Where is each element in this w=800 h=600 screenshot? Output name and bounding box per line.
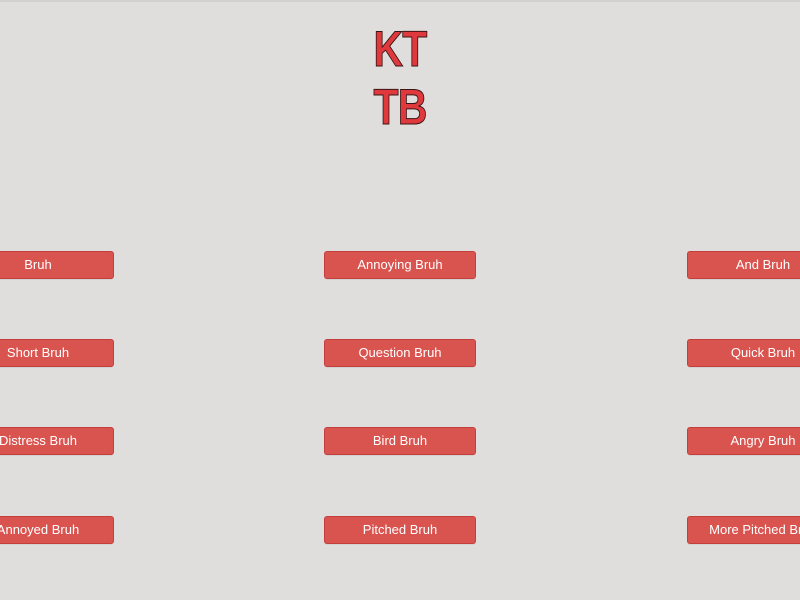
logo-line-1: KT [373,21,428,78]
annoying-bruh-button[interactable]: Annoying Bruh [324,251,476,279]
logo-line-2: TB [373,79,428,136]
question-bruh-button[interactable]: Question Bruh [324,339,476,367]
short-bruh-button[interactable]: Short Bruh [0,339,114,367]
pitched-bruh-button[interactable]: Pitched Bruh [324,516,476,544]
more-pitched-bruh-button[interactable]: More Pitched Bruh [687,516,800,544]
bird-bruh-button[interactable]: Bird Bruh [324,427,476,455]
top-divider [0,0,800,2]
distress-bruh-button[interactable]: Distress Bruh [0,427,114,455]
bruh-button[interactable]: Bruh [0,251,114,279]
angry-bruh-button[interactable]: Angry Bruh [687,427,800,455]
annoyed-bruh-button[interactable]: Annoyed Bruh [0,516,114,544]
site-logo: KT TB [318,20,482,136]
quick-bruh-button[interactable]: Quick Bruh [687,339,800,367]
soundboard-page: KT TB Bruh Short Bruh Distress Bruh Anno… [0,0,800,600]
and-bruh-button[interactable]: And Bruh [687,251,800,279]
